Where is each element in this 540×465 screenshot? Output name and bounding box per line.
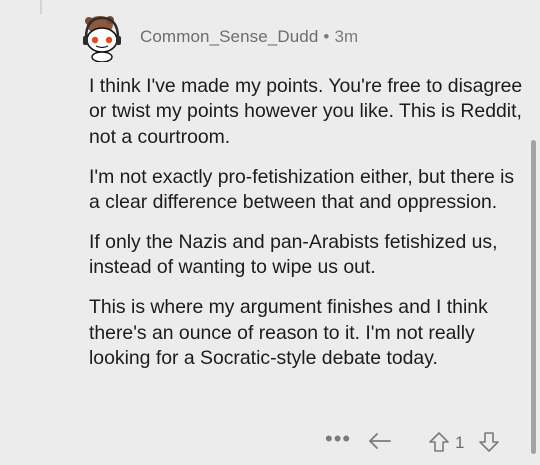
- downvote-icon[interactable]: [478, 431, 500, 458]
- reply-icon[interactable]: [368, 432, 392, 455]
- more-icon[interactable]: •••: [325, 428, 351, 450]
- upvote-icon[interactable]: [428, 431, 450, 458]
- author-name[interactable]: Common_Sense_Dudd: [140, 27, 318, 46]
- meta-separator: •: [323, 27, 330, 46]
- vote-count: 1: [455, 433, 465, 452]
- comment: Common_Sense_Dudd • 3m I think I've made m…: [0, 0, 540, 465]
- comment-age: 3m: [334, 27, 359, 46]
- scrollbar[interactable]: [531, 140, 536, 454]
- comment-body: I think I've made my points. You're free…: [89, 74, 529, 386]
- comment-paragraph: I think I've made my points. You're free…: [89, 75, 523, 148]
- snoo-avatar-icon[interactable]: [78, 12, 126, 63]
- comment-paragraph: This is where my argument finishes and I…: [89, 296, 488, 370]
- comment-paragraph: If only the Nazis and pan-Arabists fetis…: [89, 231, 498, 279]
- comment-paragraph: I'm not exactly pro-fetishization either…: [89, 165, 515, 214]
- comment-actions: ••• 1: [320, 425, 520, 455]
- comment-header: Common_Sense_Dudd • 3m: [140, 27, 358, 47]
